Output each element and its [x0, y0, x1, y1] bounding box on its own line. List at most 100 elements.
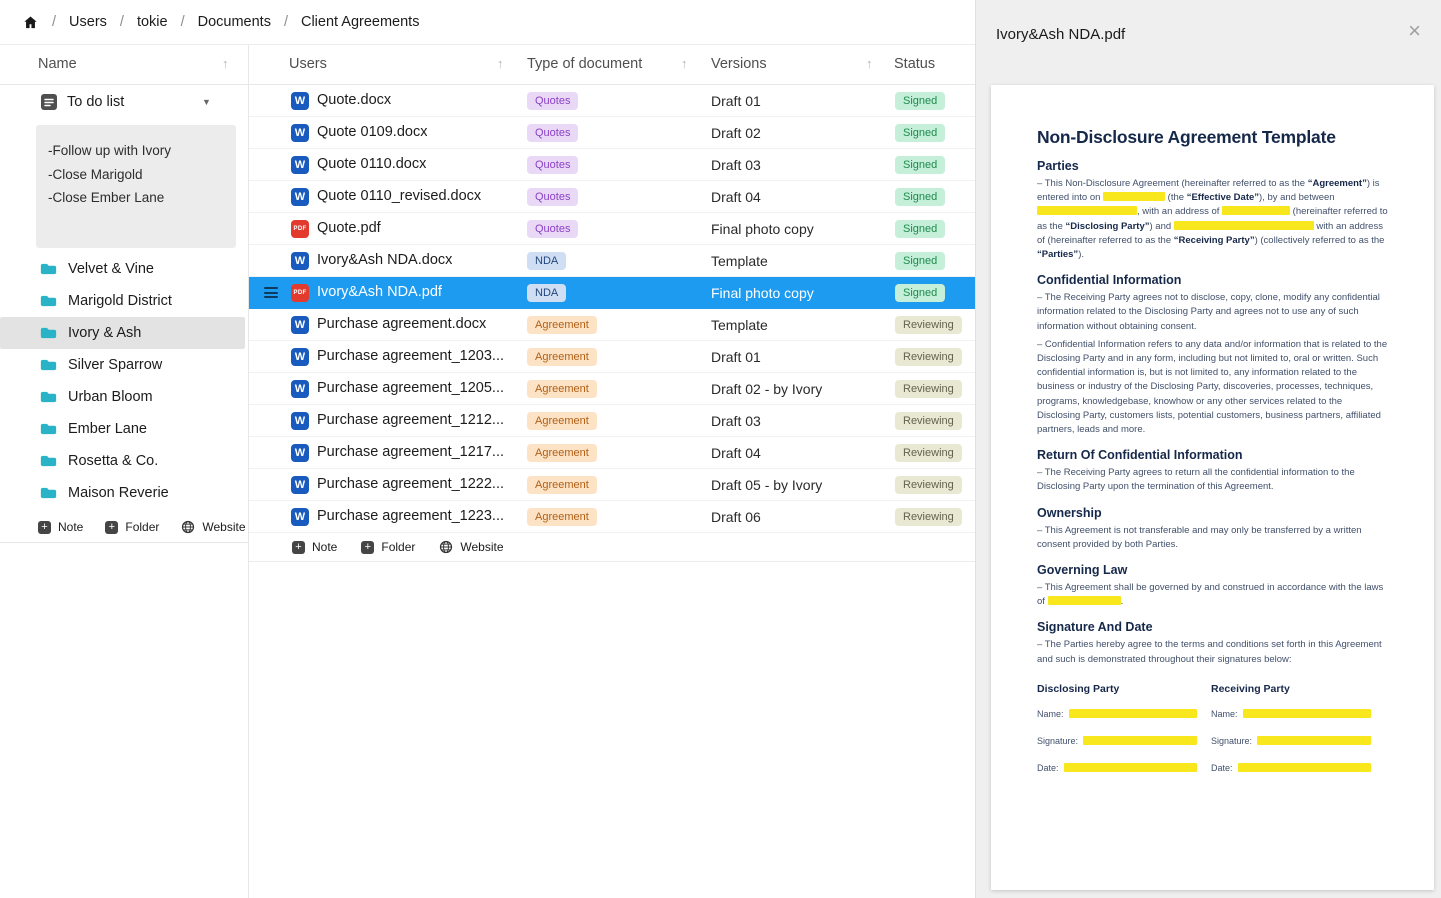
signature-field: Date: — [1037, 763, 1197, 773]
status-badge: Signed — [895, 188, 945, 206]
sidebar-folder-marigold-district[interactable]: Marigold District — [0, 285, 248, 317]
sort-icon[interactable]: ↑ — [681, 56, 688, 71]
drag-handle-icon[interactable] — [264, 287, 278, 301]
sidebar-item-todo[interactable]: To do list ▼ — [0, 86, 248, 118]
chevron-down-icon[interactable]: ▼ — [202, 97, 211, 107]
version-label: Draft 02 - by Ivory — [711, 381, 822, 397]
signature-field-label: Name: — [1037, 709, 1064, 719]
breadcrumb-item-documents[interactable]: Documents — [198, 14, 271, 30]
folder-icon — [40, 294, 57, 308]
document-paragraph: – The Parties hereby agree to the terms … — [1037, 638, 1388, 666]
column-header-type-of-document[interactable]: Type of document — [527, 56, 642, 72]
sidebar-footer: +Note +Folder Website — [0, 512, 248, 542]
status-badge: Signed — [895, 252, 945, 270]
divider — [0, 542, 248, 543]
file-name: Purchase agreement_1222... — [317, 476, 504, 492]
file-row[interactable]: WPurchase agreement_1205...AgreementDraf… — [249, 373, 975, 405]
type-badge: Agreement — [527, 380, 597, 398]
status-badge: Reviewing — [895, 348, 962, 366]
version-label: Draft 05 - by Ivory — [711, 477, 822, 493]
footer-button-label: Website — [460, 540, 503, 554]
breadcrumb: /Users/tokie/Documents/Client Agreements — [0, 0, 975, 45]
sidebar-folder-maison-reverie[interactable]: Maison Reverie — [0, 477, 248, 509]
folder-label: Marigold District — [68, 293, 172, 309]
signature-column: Receiving PartyName:Signature:Date: — [1211, 683, 1371, 790]
file-row[interactable]: PDFQuote.pdfQuotesFinal photo copySigned — [249, 213, 975, 245]
type-badge: Quotes — [527, 220, 578, 238]
column-header-versions[interactable]: Versions — [711, 56, 767, 72]
document-paragraph: – This Agreement shall be governed by an… — [1037, 581, 1388, 609]
file-name: Quote 0110.docx — [317, 156, 426, 172]
column-header-users[interactable]: Users — [289, 56, 327, 72]
file-row[interactable]: WPurchase agreement.docxAgreementTemplat… — [249, 309, 975, 341]
signature-field-label: Date: — [1211, 763, 1233, 773]
word-file-icon: W — [291, 444, 309, 462]
folder-label: Ember Lane — [68, 421, 147, 437]
sidebar-folder-ivory-ash[interactable]: Ivory & Ash — [0, 317, 245, 349]
word-file-icon: W — [291, 188, 309, 206]
sidebar-folder-silver-sparrow[interactable]: Silver Sparrow — [0, 349, 248, 381]
file-row[interactable]: WPurchase agreement_1203...AgreementDraf… — [249, 341, 975, 373]
word-file-icon: W — [291, 348, 309, 366]
word-file-icon: W — [291, 508, 309, 526]
status-badge: Reviewing — [895, 508, 962, 526]
add-website-button[interactable]: Website — [439, 540, 503, 554]
file-row[interactable]: PDFIvory&Ash NDA.pdfNDAFinal photo copyS… — [249, 277, 975, 309]
file-row[interactable]: WQuote.docxQuotesDraft 01Signed — [249, 85, 975, 117]
home-icon[interactable] — [22, 14, 39, 31]
folder-label: Rosetta & Co. — [68, 453, 158, 469]
document-title: Non-Disclosure Agreement Template — [1037, 127, 1388, 148]
redacted-highlight — [1064, 763, 1197, 772]
add-website-button[interactable]: Website — [181, 520, 245, 534]
bold-term: “Disclosing Party” — [1066, 221, 1150, 232]
type-badge: Agreement — [527, 412, 597, 430]
todo-note[interactable]: -Follow up with Ivory-Close Marigold-Clo… — [36, 125, 236, 248]
footer-button-label: Website — [202, 520, 245, 534]
type-badge: Agreement — [527, 316, 597, 334]
globe-icon — [181, 520, 195, 534]
file-name: Quote.pdf — [317, 220, 381, 236]
breadcrumb-item-client-agreements[interactable]: Client Agreements — [301, 14, 419, 30]
sidebar-folder-ember-lane[interactable]: Ember Lane — [0, 413, 248, 445]
status-badge: Signed — [895, 124, 945, 142]
footer-button-label: Note — [312, 540, 337, 554]
folder-icon — [40, 262, 57, 276]
document-heading: Parties — [1037, 159, 1388, 173]
file-row[interactable]: WQuote 0110_revised.docxQuotesDraft 04Si… — [249, 181, 975, 213]
add-note-button[interactable]: +Note — [292, 540, 337, 554]
file-row[interactable]: WQuote 0110.docxQuotesDraft 03Signed — [249, 149, 975, 181]
file-name: Purchase agreement_1223... — [317, 508, 504, 524]
sort-icon[interactable]: ↑ — [866, 56, 873, 71]
sidebar-folder-rosetta-co-[interactable]: Rosetta & Co. — [0, 445, 248, 477]
signature-field: Signature: — [1037, 736, 1197, 746]
breadcrumb-item-users[interactable]: Users — [69, 14, 107, 30]
file-row[interactable]: WPurchase agreement_1223...AgreementDraf… — [249, 501, 975, 533]
close-icon[interactable]: × — [1408, 20, 1421, 42]
sidebar-folder-urban-bloom[interactable]: Urban Bloom — [0, 381, 248, 413]
type-badge: Quotes — [527, 156, 578, 174]
column-header-status[interactable]: Status — [894, 56, 935, 72]
file-row[interactable]: WQuote 0109.docxQuotesDraft 02Signed — [249, 117, 975, 149]
add-folder-button[interactable]: +Folder — [105, 520, 159, 534]
column-header-name[interactable]: Name — [38, 56, 77, 72]
sort-icon[interactable]: ↑ — [222, 56, 229, 71]
file-row[interactable]: WPurchase agreement_1222...AgreementDraf… — [249, 469, 975, 501]
folder-icon — [40, 326, 57, 340]
file-row[interactable]: WIvory&Ash NDA.docxNDATemplateSigned — [249, 245, 975, 277]
version-label: Draft 03 — [711, 157, 761, 173]
file-row[interactable]: WPurchase agreement_1212...AgreementDraf… — [249, 405, 975, 437]
file-row[interactable]: WPurchase agreement_1217...AgreementDraf… — [249, 437, 975, 469]
file-name: Quote 0109.docx — [317, 124, 427, 140]
add-folder-button[interactable]: +Folder — [361, 540, 415, 554]
document-paragraph: – The Receiving Party agrees to return a… — [1037, 466, 1388, 494]
version-label: Draft 02 — [711, 125, 761, 141]
file-name: Purchase agreement_1205... — [317, 380, 504, 396]
document-heading: Ownership — [1037, 506, 1388, 520]
type-badge: Agreement — [527, 444, 597, 462]
add-note-button[interactable]: +Note — [38, 520, 83, 534]
version-label: Final photo copy — [711, 221, 814, 237]
plus-icon: + — [38, 521, 51, 534]
breadcrumb-item-tokie[interactable]: tokie — [137, 14, 168, 30]
sort-icon[interactable]: ↑ — [497, 56, 504, 71]
sidebar-folder-velvet-vine[interactable]: Velvet & Vine — [0, 253, 248, 285]
